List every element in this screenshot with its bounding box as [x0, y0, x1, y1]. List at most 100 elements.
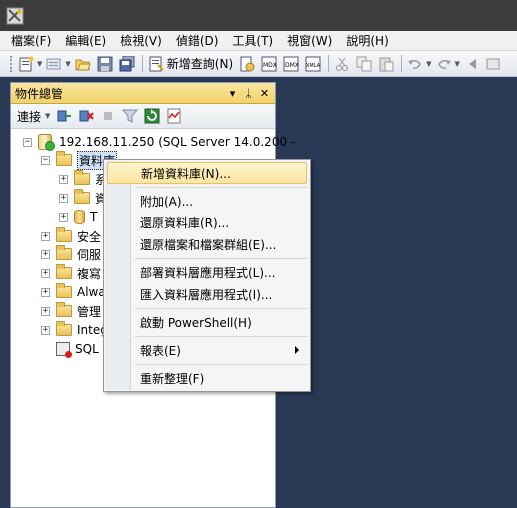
new-query-label: 新增查詢(N)	[166, 57, 234, 71]
menu-window[interactable]: 視窗(W)	[287, 32, 332, 49]
security-label: 安全	[77, 229, 102, 244]
collapse-icon[interactable]: −	[41, 155, 50, 165]
menu-edit[interactable]: 編輯(E)	[65, 32, 106, 49]
menu-separator	[135, 258, 307, 259]
tree-node-replication[interactable]: + 複寫	[41, 264, 101, 282]
folder-icon	[56, 302, 72, 317]
disconnect-icon[interactable]	[78, 108, 95, 124]
expand-icon[interactable]: +	[41, 325, 50, 335]
tree-node-server[interactable]: − 192.168.11.250 (SQL Server 14.0.200 -	[23, 133, 295, 151]
expand-icon[interactable]: +	[59, 212, 68, 222]
toolbar-grip[interactable]	[10, 55, 13, 72]
menu-item-new-database[interactable]: 新增資料庫(N)...	[107, 162, 307, 184]
reports-label: 報表(E)	[140, 343, 181, 358]
tree-node-integration-services[interactable]: + Integ	[41, 321, 108, 339]
chevron-down-icon[interactable]: ▼	[45, 112, 50, 120]
new-query-button[interactable]: 新增查詢(N)	[148, 55, 233, 72]
menu-separator	[135, 187, 307, 188]
collapse-icon[interactable]: −	[23, 137, 32, 147]
menu-item-restore-database[interactable]: 還原資料庫(R)...	[107, 211, 307, 233]
title-bar	[0, 0, 517, 31]
expand-icon[interactable]: +	[41, 287, 50, 297]
tree-node-sql-agent[interactable]: SQL	[56, 340, 99, 358]
add-item-icon[interactable]	[46, 56, 62, 72]
always-on-label: Alwa	[77, 285, 106, 299]
close-icon[interactable]: ✕	[258, 87, 271, 100]
filter-icon[interactable]	[122, 108, 139, 124]
svg-text:MDX: MDX	[263, 62, 277, 69]
tree-node-user-database[interactable]: + T	[59, 208, 97, 226]
submenu-arrow-icon	[295, 346, 299, 354]
app-icon	[6, 7, 24, 25]
menu-view[interactable]: 檢視(V)	[120, 32, 162, 49]
replication-label: 複寫	[77, 266, 102, 281]
menu-item-attach[interactable]: 附加(A)...	[107, 190, 307, 212]
activity-monitor-icon[interactable]	[166, 108, 182, 124]
expand-icon[interactable]: +	[41, 306, 50, 316]
management-label: 管理	[77, 304, 102, 319]
chevron-down-icon[interactable]: ▼	[426, 60, 431, 68]
object-explorer-title: 物件總管	[15, 86, 64, 101]
menu-item-reports[interactable]: 報表(E)	[107, 339, 307, 361]
connect-button[interactable]: 連接	[17, 108, 41, 125]
redo-icon[interactable]	[436, 56, 452, 72]
refresh-icon[interactable]	[144, 108, 160, 124]
folder-icon	[56, 283, 72, 298]
menu-item-restore-files[interactable]: 還原檔案和檔案群組(E)...	[107, 233, 307, 255]
folder-icon	[74, 170, 90, 185]
undo-icon[interactable]	[407, 56, 423, 72]
cut-icon[interactable]	[334, 56, 350, 72]
database-icon	[74, 210, 85, 224]
menu-item-start-powershell[interactable]: 啟動 PowerShell(H)	[107, 311, 307, 333]
xmla-query-icon[interactable]: XMLA	[305, 56, 321, 72]
menu-item-import-data-tier[interactable]: 匯入資料層應用程式(I)...	[107, 283, 307, 305]
menu-tools[interactable]: 工具(T)	[232, 32, 273, 49]
menu-debug[interactable]: 偵錯(D)	[176, 32, 219, 49]
expand-icon[interactable]: +	[41, 249, 50, 259]
tree-node-security[interactable]: + 安全	[41, 227, 101, 245]
new-project-icon[interactable]	[18, 56, 34, 72]
paste-icon[interactable]	[378, 56, 394, 72]
menu-file[interactable]: 檔案(F)	[11, 32, 51, 49]
folder-icon	[56, 151, 72, 166]
chevron-down-icon[interactable]: ▼	[65, 60, 70, 68]
object-explorer-toolbar: 連接 ▼	[11, 104, 275, 129]
navigate-backward-icon[interactable]	[464, 56, 480, 72]
folder-icon	[56, 264, 72, 279]
expand-icon[interactable]: +	[41, 231, 50, 241]
object-explorer-header: 物件總管 ▾ ᛦ ✕	[11, 83, 275, 104]
save-all-icon[interactable]	[119, 55, 135, 72]
expand-icon[interactable]: +	[41, 268, 50, 278]
menu-separator	[135, 336, 307, 337]
connect-icon[interactable]	[56, 108, 72, 124]
mdx-query-icon[interactable]: MDX	[261, 56, 277, 72]
panel-dropdown-icon[interactable]: ▾	[226, 87, 239, 100]
sql-agent-label: SQL	[75, 342, 99, 356]
copy-icon[interactable]	[356, 56, 372, 72]
menu-help[interactable]: 說明(H)	[346, 32, 388, 49]
dmx-query-icon[interactable]: DMX	[283, 56, 299, 72]
expand-icon[interactable]: +	[59, 174, 68, 184]
svg-text:DMX: DMX	[285, 62, 299, 69]
chevron-down-icon[interactable]: ▼	[455, 60, 460, 68]
folder-icon	[56, 321, 72, 336]
tree-node-system-databases[interactable]: + 系	[59, 170, 107, 188]
navigate-forward-icon[interactable]	[486, 56, 502, 72]
stop-icon[interactable]	[100, 108, 116, 124]
server-objects-label: 伺服	[77, 247, 102, 262]
save-icon[interactable]	[97, 56, 113, 72]
toolbar-separator	[141, 55, 143, 72]
pin-icon[interactable]: ᛦ	[242, 87, 255, 100]
expand-icon[interactable]: +	[59, 193, 68, 203]
open-file-icon[interactable]	[75, 56, 91, 72]
tree-node-management[interactable]: + 管理	[41, 302, 101, 320]
chevron-down-icon[interactable]: ▼	[37, 60, 42, 68]
tree-node-always-on[interactable]: + Alwa	[41, 283, 106, 301]
toolbar-separator	[401, 55, 403, 72]
sql-agent-icon	[56, 342, 72, 358]
tree-node-server-objects[interactable]: + 伺服	[41, 245, 101, 263]
menu-item-refresh[interactable]: 重新整理(F)	[107, 367, 307, 389]
tree-node-database-snapshots[interactable]: + 資	[59, 189, 107, 207]
database-engine-query-icon[interactable]	[239, 56, 255, 72]
menu-item-deploy-data-tier[interactable]: 部署資料層應用程式(L)...	[107, 261, 307, 283]
